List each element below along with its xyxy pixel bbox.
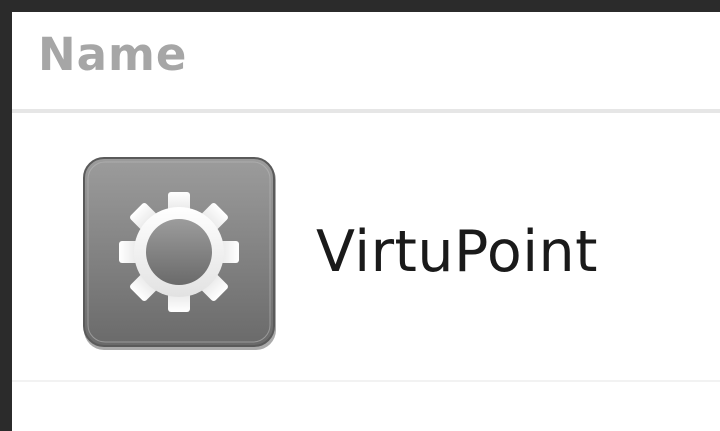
- list-item[interactable]: VirtuPoint: [12, 116, 720, 382]
- column-header-label: Name: [38, 28, 188, 81]
- column-header-name[interactable]: Name: [12, 12, 720, 113]
- file-list-panel: Name VirtuPoint: [12, 12, 720, 431]
- gear-icon: [82, 156, 278, 352]
- item-name: VirtuPoint: [316, 219, 599, 285]
